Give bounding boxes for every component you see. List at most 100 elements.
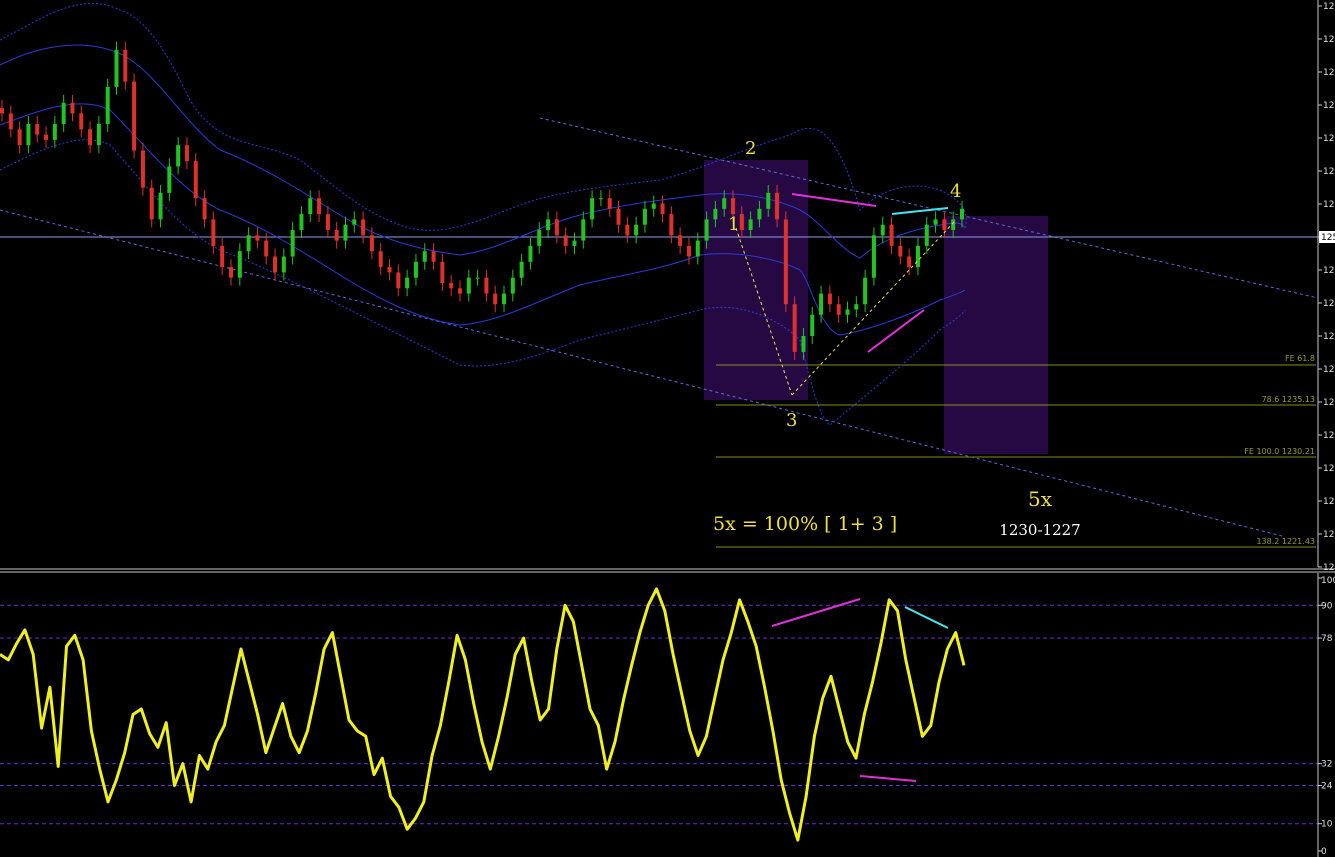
candle-body	[924, 224, 929, 246]
candle-body	[537, 230, 542, 246]
wave-label-4: 4	[950, 181, 961, 202]
candle-body	[457, 288, 462, 294]
candle-body	[96, 124, 101, 146]
candle-body	[854, 304, 859, 310]
candle-body	[898, 245, 903, 257]
candle-body	[642, 208, 647, 225]
candle-body	[678, 235, 683, 246]
candle-body	[449, 283, 454, 289]
candle-body	[290, 230, 295, 257]
oscillator-tick-label: 0	[1321, 847, 1327, 857]
wave-time-box-1	[704, 160, 808, 400]
candle-body	[352, 219, 357, 225]
candle-body	[308, 198, 313, 215]
candle-body	[361, 219, 366, 236]
candle-body	[35, 124, 40, 135]
candle-body	[933, 219, 938, 225]
wave-time-box-2	[944, 216, 1048, 454]
price-tick-label: 126	[1323, 134, 1335, 144]
candle-body	[273, 256, 278, 273]
candle-body	[140, 150, 145, 188]
wave-label-2: 2	[745, 138, 756, 159]
candle-body	[880, 224, 885, 236]
candle-body	[942, 219, 947, 230]
candle-body	[149, 187, 154, 220]
current-price-label: 125	[1321, 233, 1335, 243]
candle-body	[211, 219, 216, 246]
fib-label-100: FE 100.0 1230.21	[1244, 447, 1315, 456]
candle-body	[836, 304, 841, 315]
candle-body	[299, 214, 304, 230]
candle-body	[827, 293, 832, 305]
candle-body	[17, 129, 22, 146]
candle-body	[625, 224, 630, 236]
candle-body	[193, 161, 198, 199]
price-tick-label: 127	[1323, 2, 1335, 12]
candle-body	[951, 219, 956, 230]
price-tick-label: 127	[1323, 35, 1335, 45]
wave-label-3: 3	[786, 410, 797, 431]
candle-body	[686, 245, 691, 257]
candle-body	[960, 208, 964, 220]
candle-body	[79, 113, 84, 130]
price-tick-label: 123	[1323, 398, 1335, 408]
candle-body	[510, 277, 515, 294]
candle-body	[731, 198, 736, 215]
candle-body	[581, 219, 586, 241]
candle-body	[704, 219, 709, 241]
oscillator-tick-label: 90	[1321, 601, 1333, 611]
candle-body	[801, 336, 806, 352]
candle-body	[237, 251, 242, 278]
candle-body	[88, 129, 93, 146]
candle-body	[228, 267, 233, 278]
candle-body	[264, 240, 269, 257]
candle-body	[748, 219, 753, 230]
candle-body	[907, 256, 912, 268]
candle-body	[757, 208, 762, 220]
candle-body	[502, 293, 507, 305]
candle-body	[176, 145, 181, 167]
candle-body	[26, 124, 31, 146]
oscillator-tick-label: 24	[1321, 781, 1333, 791]
candle-body	[475, 277, 480, 279]
candle-body	[775, 192, 780, 220]
price-tick-label: 122	[1323, 497, 1335, 507]
candle-body	[863, 277, 868, 305]
oscillator-tick-label: 10	[1321, 820, 1333, 830]
candle-body	[132, 81, 137, 151]
price-tick-label: 123	[1323, 365, 1335, 375]
candle-body	[52, 124, 57, 140]
candle-body	[158, 192, 163, 220]
candle-body	[334, 230, 339, 241]
candle-body	[317, 198, 322, 215]
wave-rule-annotation: 5x = 100% [ 1+ 3 ]	[713, 513, 897, 535]
candle-body	[554, 219, 559, 236]
candle-body	[44, 134, 49, 140]
fib-label-138-2: 138.2 1221.43	[1256, 537, 1315, 546]
candle-body	[167, 166, 172, 193]
candle-body	[440, 261, 445, 283]
candle-body	[396, 272, 401, 289]
candle-body	[405, 277, 410, 289]
price-tick-label: 126	[1323, 68, 1335, 78]
candle-body	[766, 192, 771, 209]
candle-body	[378, 251, 383, 268]
candle-body	[431, 251, 436, 262]
oscillator-tick-label: 100	[1321, 576, 1335, 586]
candle-body	[845, 309, 850, 315]
candle-body	[695, 240, 700, 257]
candle-body	[466, 277, 471, 294]
price-tick-label: 125	[1323, 167, 1335, 177]
candle-body	[572, 240, 577, 246]
wave-label-1: 1	[728, 214, 739, 235]
candle-body	[369, 235, 374, 252]
fib-label-78-6: 78.6 1235.13	[1262, 395, 1315, 404]
candle-body	[810, 314, 815, 336]
candle-body	[413, 261, 418, 278]
price-tick-label: 126	[1323, 101, 1335, 111]
target-range: 1230-1227	[999, 521, 1080, 539]
candle-body	[915, 245, 920, 268]
candle-body	[246, 235, 251, 252]
candle-body	[325, 214, 330, 230]
candle-body	[105, 86, 110, 124]
